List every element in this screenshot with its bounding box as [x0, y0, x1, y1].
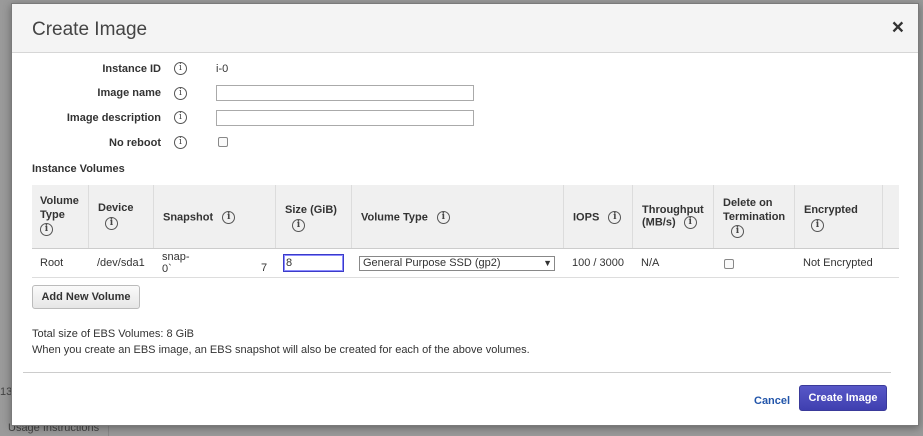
col-label: (MB/s) — [642, 216, 676, 229]
instance-id-value: i-0 — [216, 63, 334, 75]
close-button[interactable]: × — [892, 17, 904, 38]
cancel-button[interactable]: Cancel — [754, 395, 790, 407]
info-icon[interactable]: i — [105, 217, 118, 230]
info-icon[interactable]: i — [174, 111, 187, 124]
info-icon[interactable]: i — [40, 223, 53, 236]
create-image-dialog: Create Image × Instance ID i i-0 Image n… — [11, 3, 919, 426]
instance-id-label: Instance ID — [102, 63, 161, 75]
snapshot-id-part: 0` — [162, 263, 172, 275]
info-icon[interactable]: i — [683, 216, 697, 229]
col-label: Delete on — [723, 197, 773, 209]
col-volume-type: Volume Type i — [32, 185, 89, 248]
image-description-label: Image description — [66, 112, 161, 124]
col-encrypted: Encrypted i — [795, 185, 883, 248]
volume-type-select[interactable]: General Purpose SSD (gp2) ▼ — [359, 256, 555, 271]
info-icon[interactable]: i — [436, 211, 450, 224]
col-label: IOPS — [573, 211, 600, 224]
col-snapshot: Snapshot i — [154, 185, 276, 248]
size-input[interactable]: 8 — [283, 254, 344, 272]
info-icon[interactable]: i — [222, 211, 236, 224]
col-label: Size (GiB) — [285, 204, 337, 216]
col-delete-on-termination: Delete on Termination i — [714, 185, 795, 248]
instance-volumes-title: Instance Volumes — [32, 163, 125, 175]
cell-iops: 100 / 3000 — [572, 257, 624, 269]
col-label: Volume — [40, 195, 79, 207]
info-icon[interactable]: i — [174, 136, 187, 149]
create-image-button[interactable]: Create Image — [799, 385, 887, 411]
image-name-input[interactable] — [216, 85, 474, 101]
no-reboot-label: No reboot — [109, 137, 161, 149]
info-icon[interactable]: i — [731, 225, 744, 238]
col-throughput: Throughput (MB/s) i — [633, 185, 714, 248]
col-label: Snapshot — [163, 211, 214, 224]
snapshot-id-part: snap- — [162, 251, 190, 263]
info-icon[interactable]: i — [608, 211, 622, 224]
info-icon[interactable]: i — [174, 62, 187, 75]
info-icon[interactable]: i — [292, 219, 305, 232]
col-label: Type — [40, 209, 65, 221]
info-icon[interactable]: i — [174, 87, 187, 100]
no-reboot-checkbox[interactable] — [218, 137, 228, 147]
snapshot-id-suffix: 7 — [261, 262, 268, 274]
col-label: Device — [98, 202, 134, 214]
add-new-volume-button[interactable]: Add New Volume — [32, 285, 140, 309]
col-device: Device i — [89, 185, 154, 248]
total-ebs-size: Total size of EBS Volumes: 8 GiB — [32, 328, 195, 340]
col-label: Encrypted — [804, 204, 858, 216]
image-description-input[interactable] — [216, 110, 474, 126]
col-iops: IOPS i — [564, 185, 633, 248]
cell-snapshot: snap- 0` — [162, 251, 190, 275]
col-size: Size (GiB) i — [276, 185, 352, 248]
col-label: Termination — [723, 211, 786, 223]
dropdown-arrow-icon: ▼ — [543, 258, 552, 268]
instance-id-text: i-0 — [216, 63, 229, 75]
col-label: Volume Type — [361, 211, 428, 224]
dialog-title: Create Image — [32, 19, 148, 40]
delete-on-termination-checkbox[interactable] — [724, 259, 734, 269]
image-name-label: Image name — [97, 87, 161, 99]
cell-throughput: N/A — [641, 257, 660, 269]
col-volume-type-ebs: Volume Type i — [352, 185, 564, 248]
redacted-instance-id — [237, 64, 334, 72]
cell-encrypted: Not Encrypted — [803, 257, 873, 269]
col-label: Throughput — [642, 204, 704, 216]
footer-divider — [23, 372, 891, 373]
volumes-table-header: Volume Type i Device i Snapshot i Size (… — [32, 185, 899, 249]
info-icon[interactable]: i — [811, 219, 824, 232]
cell-device: /dev/sda1 — [97, 257, 145, 269]
table-row: Root /dev/sda1 snap- 0` 7 8 General Purp… — [32, 249, 899, 278]
volume-type-selected: General Purpose SSD (gp2) — [363, 257, 501, 269]
dialog-header: Create Image × — [12, 4, 918, 53]
cell-volume-type: Root — [40, 257, 64, 269]
snapshot-note: When you create an EBS image, an EBS sna… — [32, 344, 530, 356]
